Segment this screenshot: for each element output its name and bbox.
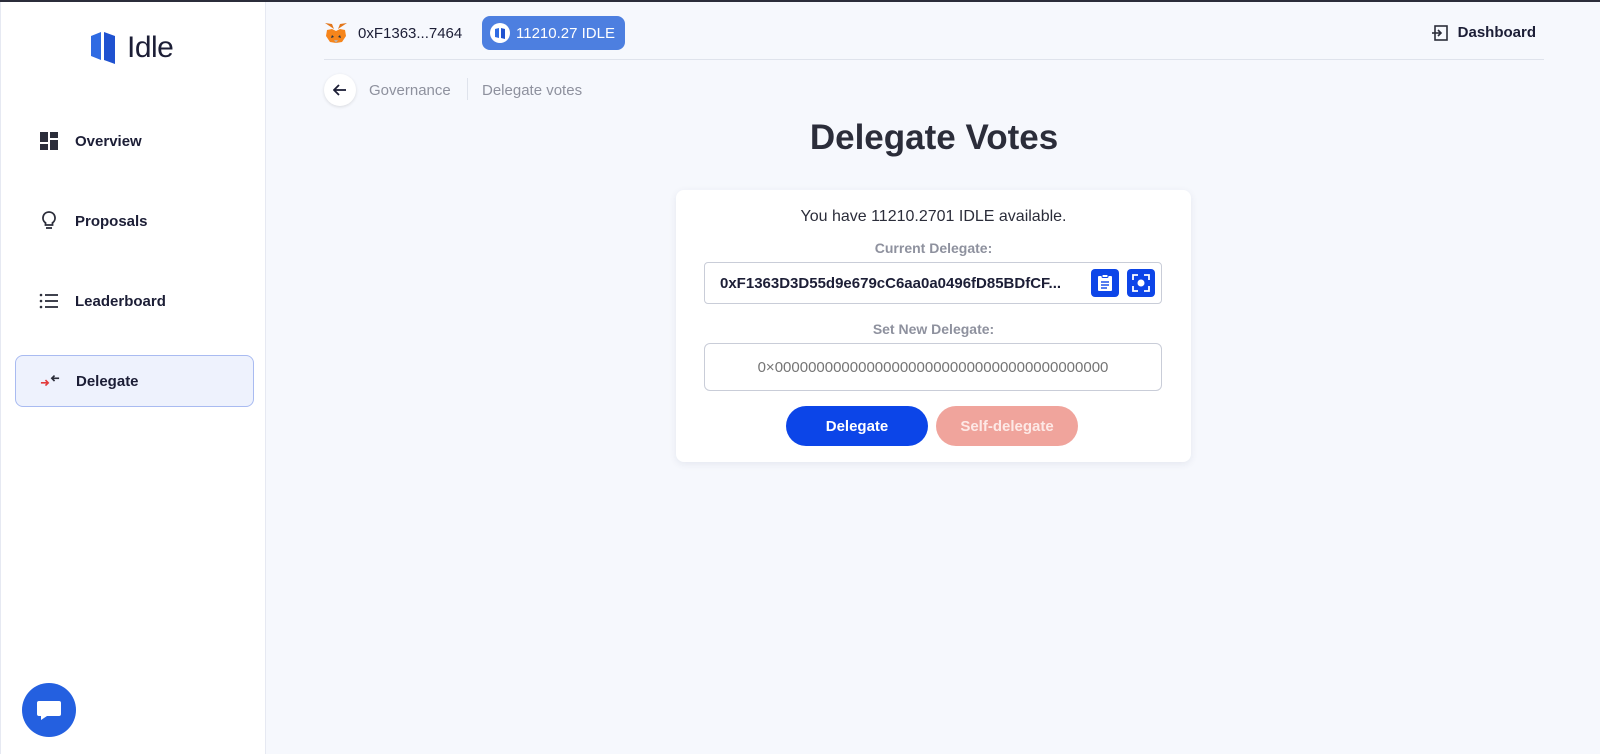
arrow-left-icon xyxy=(333,84,346,96)
sidebar-item-overview[interactable]: Overview xyxy=(15,115,254,167)
enter-icon xyxy=(1431,24,1448,41)
page-title: Delegate Votes xyxy=(809,118,1059,157)
sidebar: Idle Overview Proposals Leaderboard Dele… xyxy=(0,2,266,754)
self-delegate-button[interactable]: Self-delegate xyxy=(936,406,1078,446)
breadcrumb-governance[interactable]: Governance xyxy=(369,82,451,99)
idle-balance: 11210.27 IDLE xyxy=(516,24,615,42)
available-balance-text: You have 11210.2701 IDLE available. xyxy=(800,208,1067,225)
sidebar-item-proposals[interactable]: Proposals xyxy=(15,195,254,247)
current-delegate-field: 0xF1363D3D55d9e679cC6aa0a0496fD85BDfCF..… xyxy=(704,262,1162,304)
dashboard-label: Dashboard xyxy=(1457,24,1536,41)
view-address-button[interactable] xyxy=(1127,269,1155,297)
sidebar-item-delegate[interactable]: Delegate xyxy=(15,355,254,407)
list-icon xyxy=(39,291,59,311)
sidebar-item-leaderboard[interactable]: Leaderboard xyxy=(15,275,254,327)
wallet-info[interactable]: 0xF1363...7464 xyxy=(324,22,462,44)
new-delegate-input[interactable] xyxy=(704,343,1162,391)
idle-token-icon xyxy=(490,23,510,43)
delegate-button[interactable]: Delegate xyxy=(786,406,928,446)
copy-address-button[interactable] xyxy=(1091,269,1119,297)
chat-support-button[interactable] xyxy=(22,683,76,737)
idle-logo[interactable]: Idle xyxy=(89,30,174,66)
sidebar-item-label: Overview xyxy=(75,132,142,150)
sidebar-item-label: Leaderboard xyxy=(75,292,166,310)
dashboard-link[interactable]: Dashboard xyxy=(1431,24,1536,41)
idle-balance-chip[interactable]: 11210.27 IDLE xyxy=(482,16,625,50)
delegate-arrows-icon xyxy=(40,371,60,391)
sidebar-item-label: Delegate xyxy=(76,372,139,390)
breadcrumb-divider xyxy=(467,78,468,100)
top-header: 0xF1363...7464 11210.27 IDLE Dashboard xyxy=(324,16,1544,60)
current-delegate-label: Current Delegate: xyxy=(874,240,993,256)
new-delegate-label: Set New Delegate: xyxy=(872,321,995,337)
back-button[interactable] xyxy=(324,74,356,106)
breadcrumb-current: Delegate votes xyxy=(482,82,583,99)
chat-bubble-icon xyxy=(37,701,61,720)
wallet-address: 0xF1363...7464 xyxy=(358,24,463,42)
sidebar-item-label: Proposals xyxy=(75,212,148,230)
metamask-fox-icon xyxy=(325,23,347,43)
dashboard-grid-icon xyxy=(39,131,59,151)
idle-logo-icon xyxy=(91,32,115,64)
delegate-card: You have 11210.2701 IDLE available. Curr… xyxy=(676,190,1191,462)
lightbulb-icon xyxy=(39,211,59,231)
clipboard-icon xyxy=(1098,274,1112,291)
scan-focus-icon xyxy=(1132,274,1150,292)
current-delegate-address: 0xF1363D3D55d9e679cC6aa0a0496fD85BDfCF..… xyxy=(720,274,1062,292)
logo-text: Idle xyxy=(127,31,174,64)
